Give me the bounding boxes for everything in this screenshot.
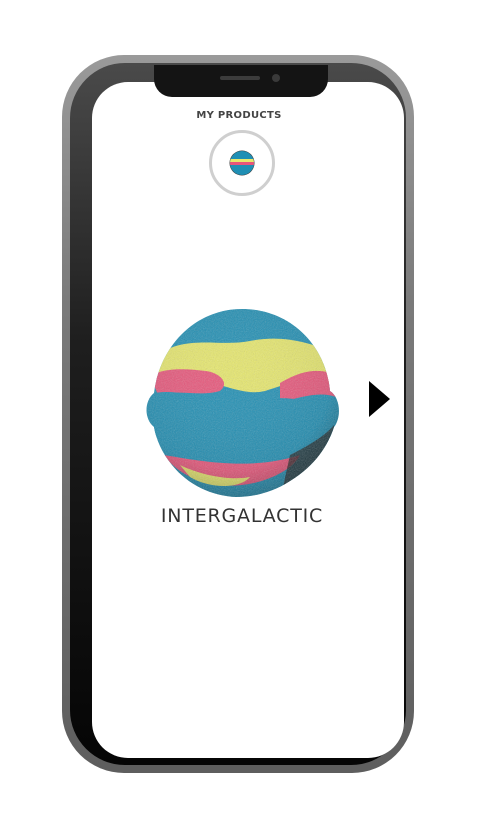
bath-bomb-thumbnail-icon: [229, 150, 255, 176]
bath-bomb-image: [146, 309, 339, 497]
phone-notch: [154, 65, 328, 97]
next-arrow-icon[interactable]: [368, 380, 392, 418]
front-camera: [272, 74, 280, 82]
product-thumbnail-button[interactable]: [209, 130, 275, 196]
page-title: MY PRODUCTS: [196, 110, 282, 121]
speaker-grille: [220, 76, 260, 80]
product-name: INTERGALACTIC: [160, 505, 324, 527]
